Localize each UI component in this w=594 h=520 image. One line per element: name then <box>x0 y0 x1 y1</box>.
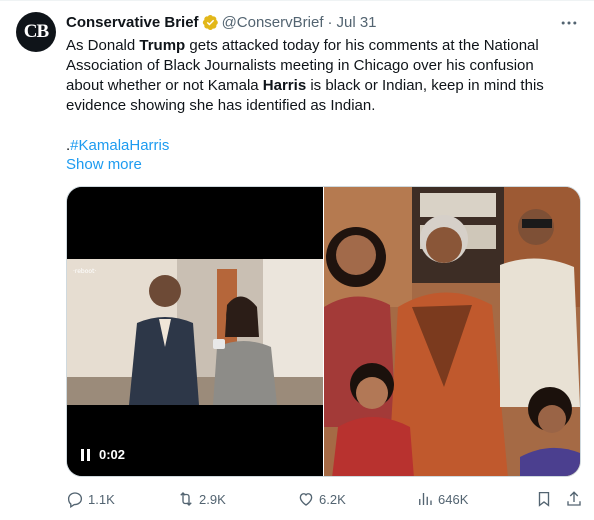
photo-image <box>324 187 580 476</box>
views-button[interactable]: 646K <box>416 490 468 508</box>
more-options-icon[interactable] <box>558 12 580 34</box>
retweet-count: 2.9K <box>199 491 226 507</box>
share-button[interactable] <box>565 490 583 508</box>
pause-icon[interactable] <box>81 448 92 461</box>
tweet-text-segment: As Donald <box>66 37 140 54</box>
video-controls[interactable]: 0:02 <box>81 447 125 462</box>
author-avatar[interactable]: CB <box>16 12 56 52</box>
tweet-body: As Donald Trump gets attacked today for … <box>66 36 566 116</box>
tweet-date[interactable]: Jul 31 <box>337 14 377 31</box>
media-grid: ·reboot· 0:02 <box>66 186 581 477</box>
svg-text:·reboot·: ·reboot· <box>73 268 96 275</box>
top-divider <box>0 0 594 1</box>
reply-count: 1.1K <box>88 491 115 507</box>
hashtag-line: .#KamalaHarris <box>66 136 169 156</box>
tweet-highlight-harris: Harris <box>262 77 307 94</box>
video-player[interactable]: ·reboot· 0:02 <box>67 187 323 476</box>
like-button[interactable]: 6.2K <box>297 490 346 508</box>
separator-dot: · <box>327 13 333 31</box>
share-icon <box>567 491 581 506</box>
bookmark-icon <box>538 491 550 507</box>
reply-button[interactable]: 1.1K <box>66 490 115 508</box>
author-name[interactable]: Conservative Brief <box>66 14 199 31</box>
family-photo[interactable] <box>324 187 580 476</box>
show-more-link[interactable]: Show more <box>66 155 142 175</box>
views-count: 646K <box>438 491 469 507</box>
video-frame: ·reboot· <box>67 187 323 476</box>
bookmark-button[interactable] <box>535 490 553 508</box>
reply-icon <box>67 492 83 508</box>
video-time: 0:02 <box>99 447 126 462</box>
hashtag-link[interactable]: #KamalaHarris <box>70 137 169 154</box>
views-chart-icon <box>419 493 432 505</box>
tweet-highlight-trump: Trump <box>139 37 186 54</box>
action-bar: 1.1K 2.9K 6.2K 646K <box>66 489 581 509</box>
heart-icon <box>299 493 313 506</box>
like-count: 6.2K <box>319 491 346 507</box>
tweet-header: Conservative Brief @ConservBrief · Jul 3… <box>66 12 377 32</box>
retweet-icon <box>180 492 192 506</box>
verified-badge-icon <box>202 14 219 31</box>
author-handle[interactable]: @ConservBrief <box>222 14 324 31</box>
retweet-button[interactable]: 2.9K <box>177 490 226 508</box>
